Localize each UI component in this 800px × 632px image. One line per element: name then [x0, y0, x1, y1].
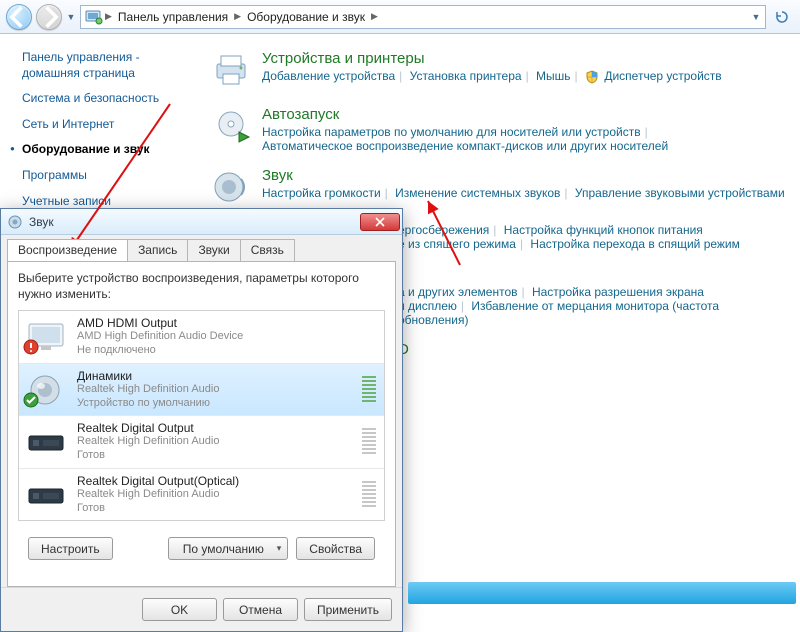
playback-device-list[interactable]: AMD HDMI Output AMD High Definition Audi… [18, 310, 385, 521]
sidebar-item-network[interactable]: Сеть и Интернет [22, 117, 188, 133]
link-mouse[interactable]: Мышь [536, 69, 571, 83]
set-default-button[interactable]: По умолчанию [168, 537, 288, 560]
category-devices-printers: Устройства и принтеры Добавление устройс… [210, 50, 790, 92]
dialog-tabs: Воспроизведение Запись Звуки Связь [1, 235, 402, 261]
category-title[interactable]: Автозапуск [262, 106, 668, 123]
dialog-title: Звук [29, 215, 354, 229]
link-power-buttons[interactable]: Настройка функций кнопок питания [504, 223, 703, 237]
category-display-partial: а и других элементов| Настройка разрешен… [398, 285, 790, 327]
device-driver: Realtek High Definition Audio [77, 488, 352, 502]
device-row[interactable]: Realtek Digital Output Realtek High Defi… [19, 416, 384, 469]
device-name: Realtek Digital Output(Optical) [77, 474, 352, 488]
device-state: Готов [77, 502, 352, 516]
device-name: Realtek Digital Output [77, 421, 352, 435]
category-title[interactable]: Звук [262, 167, 785, 184]
link-display-partial2[interactable]: и дисплею [398, 299, 457, 313]
category-links: Добавление устройства| Установка принтер… [262, 69, 722, 84]
device-state: Готов [77, 449, 352, 463]
breadcrumb-sep-icon: ▶ [371, 11, 378, 22]
category-autoplay: Автозапуск Настройка параметров по умолч… [210, 106, 790, 153]
level-meter-icon [360, 426, 378, 458]
back-button[interactable] [6, 4, 32, 30]
link-sound-volume[interactable]: Настройка громкости [262, 186, 381, 200]
sidebar-item-hardware[interactable]: Оборудование и звук [22, 142, 188, 158]
device-name: Динамики [77, 369, 352, 383]
device-row[interactable]: Realtek Digital Output(Optical) Realtek … [19, 469, 384, 521]
device-row[interactable]: Динамики Realtek High Definition Audio У… [19, 364, 384, 417]
sound-dialog: Звук Воспроизведение Запись Звуки Связь … [0, 208, 403, 632]
link-add-printer[interactable]: Установка принтера [410, 69, 522, 83]
category-sound: Звук Настройка громкости| Изменение сист… [210, 167, 790, 209]
close-button[interactable] [360, 213, 400, 231]
digital-out-icon [25, 426, 69, 458]
speaker-icon [210, 167, 252, 209]
refresh-button[interactable] [770, 9, 794, 25]
sidebar-item-programs[interactable]: Программы [22, 168, 188, 184]
device-state: Устройство по умолчанию [77, 397, 352, 411]
disconnected-badge-icon [23, 339, 39, 355]
breadcrumb-sep-icon: ▶ [105, 11, 112, 22]
taskbar-strip [408, 582, 796, 604]
link-autoplay-cd[interactable]: Автоматическое воспроизведение компакт-д… [262, 139, 668, 153]
category-partial-letter: D [398, 341, 790, 358]
dialog-titlebar[interactable]: Звук [1, 209, 402, 235]
printer-icon [210, 50, 252, 92]
disc-play-icon [210, 106, 252, 148]
sidebar-item-security[interactable]: Система и безопасность [22, 91, 188, 107]
tab-comms[interactable]: Связь [240, 239, 295, 261]
breadcrumb-bar[interactable]: ▶ Панель управления ▶ Оборудование и зву… [80, 5, 766, 29]
device-driver: Realtek High Definition Audio [77, 383, 352, 397]
sound-dialog-icon [7, 214, 23, 230]
device-state: Не подключено [77, 344, 378, 358]
link-sound-scheme[interactable]: Изменение системных звуков [395, 186, 560, 200]
properties-button[interactable]: Свойства [296, 537, 375, 560]
panel-hint: Выберите устройство воспроизведения, пар… [18, 270, 385, 302]
level-meter-icon [360, 374, 378, 406]
link-power-partial[interactable]: ергосбережения [398, 223, 489, 237]
monitor-icon [25, 321, 69, 353]
tab-panel-playback: Выберите устройство воспроизведения, пар… [7, 261, 396, 587]
category-power-partial: ергосбережения| Настройка функций кнопок… [398, 223, 790, 251]
level-meter-icon [360, 479, 378, 511]
device-driver: AMD High Definition Audio Device [77, 330, 378, 344]
nav-history-dropdown[interactable]: ▼ [66, 7, 76, 27]
device-row[interactable]: AMD HDMI Output AMD High Definition Audi… [19, 311, 384, 364]
path-dropdown-icon[interactable]: ▼ [751, 7, 761, 27]
link-display-partial[interactable]: а и других элементов [398, 285, 518, 299]
category-title[interactable]: Устройства и принтеры [262, 50, 722, 67]
device-name: AMD HDMI Output [77, 316, 378, 330]
sidebar-item-home[interactable]: Панель управления - домашняя страница [22, 50, 188, 81]
forward-button[interactable] [36, 4, 62, 30]
tab-playback[interactable]: Воспроизведение [7, 239, 128, 261]
digital-out-optical-icon [25, 479, 69, 511]
link-autoplay-defaults[interactable]: Настройка параметров по умолчанию для но… [262, 125, 641, 139]
breadcrumb-sep-icon: ▶ [234, 11, 241, 22]
device-action-bar: Настроить По умолчанию Свойства [18, 521, 385, 570]
explorer-toolbar: ▼ ▶ Панель управления ▶ Оборудование и з… [0, 0, 800, 34]
device-driver: Realtek High Definition Audio [77, 435, 352, 449]
tab-sounds[interactable]: Звуки [187, 239, 240, 261]
shield-icon [585, 70, 599, 84]
link-sound-manage[interactable]: Управление звуковыми устройствами [575, 186, 785, 200]
link-power-sleep[interactable]: Настройка перехода в спящий режим [530, 237, 739, 251]
breadcrumb-item[interactable]: Панель управления [114, 8, 232, 26]
default-badge-icon [23, 392, 39, 408]
link-add-device[interactable]: Добавление устройства [262, 69, 395, 83]
link-power-partial2[interactable]: е из спящего режима [398, 237, 516, 251]
link-device-manager[interactable]: Диспетчер устройств [604, 69, 721, 83]
dialog-footer: OK Отмена Применить [1, 587, 402, 631]
link-display-res[interactable]: Настройка разрешения экрана [532, 285, 704, 299]
control-panel-icon [85, 9, 103, 25]
breadcrumb-item[interactable]: Оборудование и звук [243, 8, 369, 26]
configure-button[interactable]: Настроить [28, 537, 113, 560]
speaker-round-icon [25, 374, 69, 406]
tab-recording[interactable]: Запись [127, 239, 188, 261]
